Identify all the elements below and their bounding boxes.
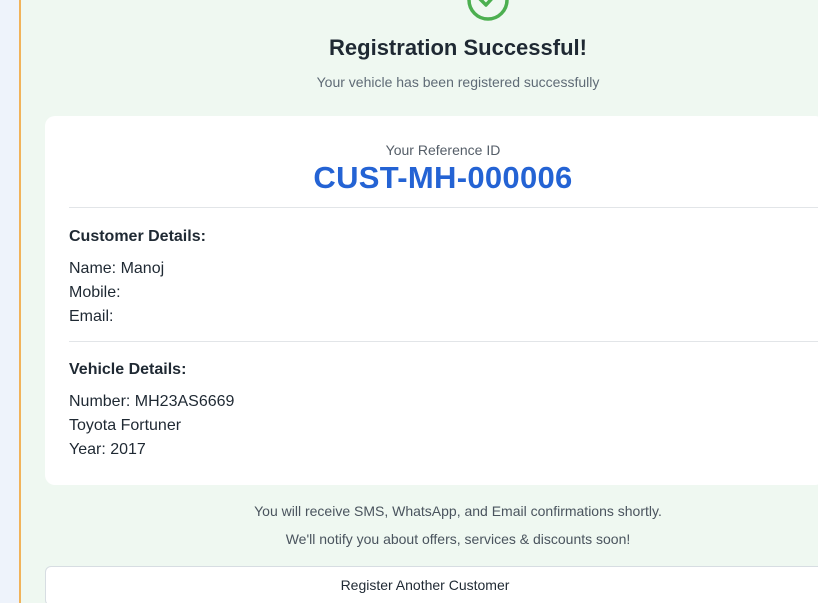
customer-email: Email: [69,308,114,325]
vehicle-number: Number: MH23AS6669 [69,393,235,410]
vehicle-details-heading: Vehicle Details: [69,361,187,378]
success-panel: Registration Successful! Your vehicle ha… [21,0,818,603]
confirmation-note: You will receive SMS, WhatsApp, and Emai… [254,503,662,519]
reference-id-label: Your Reference ID [385,142,501,158]
success-title: Registration Successful! [329,35,587,60]
reference-id-value: CUST-MH-000006 [313,160,573,195]
vehicle-model: Toyota Fortuner [69,417,182,434]
customer-mobile: Mobile: [69,284,121,301]
success-subtitle: Your vehicle has been registered success… [316,74,600,90]
registration-success-page: Registration Successful! Your vehicle ha… [0,0,818,603]
vehicle-year: Year: 2017 [69,441,146,458]
register-another-customer-button[interactable]: Register Another Customer [45,566,818,603]
registration-details-card: Your Reference ID CUST-MH-000006 Custome… [45,116,818,485]
customer-name: Name: Manoj [69,260,165,277]
customer-details-heading: Customer Details: [69,228,206,245]
offers-note: We'll notify you about offers, services … [285,531,631,547]
register-another-label: Register Another Customer [340,577,510,593]
check-circle-icon [467,0,509,21]
divider [69,207,818,208]
divider [69,341,818,342]
